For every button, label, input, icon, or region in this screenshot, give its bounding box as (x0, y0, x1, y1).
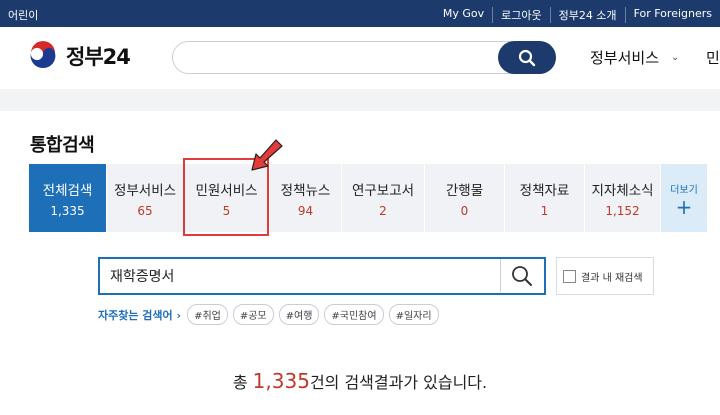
frequent-keywords: 자주찾는 검색어 › #취업 #공모 #여행 #국민참여 #일자리 (98, 304, 444, 325)
taegeuk-logo-icon (28, 41, 58, 71)
search-within-results[interactable]: 결과 내 재검색 (556, 257, 654, 295)
more-tabs-button[interactable]: 더보기 + (661, 164, 707, 232)
search-divider (500, 259, 501, 292)
plus-icon: + (675, 194, 693, 219)
result-search-box (98, 257, 546, 295)
keyword-chip-employment[interactable]: #일자리 (388, 304, 439, 325)
my-gov-link[interactable]: My Gov (435, 7, 492, 23)
tab-label: 정책자료 (519, 182, 570, 199)
tab-count: 1,152 (605, 203, 640, 218)
search-icon (518, 49, 536, 66)
frequent-keywords-title: 자주찾는 검색어 › (98, 308, 182, 322)
keyword-chip-job[interactable]: #취업 (187, 304, 228, 325)
keyword-chip-contest[interactable]: #공모 (232, 304, 274, 325)
tab-label: 전체검색 (42, 182, 93, 199)
nav-gov-services-label: 정부서비스 (590, 49, 660, 67)
tab-label: 간행물 (445, 182, 484, 199)
tab-local-news[interactable]: 지자체소식 1,152 (585, 164, 661, 232)
kids-link[interactable]: 어린이 (8, 7, 38, 23)
tab-label: 연구보고서 (351, 182, 415, 199)
result-search-input[interactable] (110, 266, 490, 286)
annotation-arrow-icon (251, 139, 283, 171)
about-link[interactable]: 정부24 소개 (549, 7, 625, 23)
foreigners-link[interactable]: For Foreigners (624, 7, 720, 23)
logout-link[interactable]: 로그아웃 (492, 7, 549, 23)
keyword-chip-participation[interactable]: #국민참여 (324, 304, 384, 325)
site-logo[interactable]: 정부24 (28, 41, 131, 71)
chevron-right-icon: › (176, 308, 182, 322)
global-search-button[interactable] (498, 41, 556, 74)
search-icon[interactable] (510, 264, 534, 288)
top-utility-bar: 어린이 My Gov 로그아웃 정부24 소개 For Foreigners (0, 0, 720, 27)
logo-text: 정부24 (66, 45, 131, 69)
tab-publications[interactable]: 간행물 0 (425, 164, 505, 232)
page-title: 통합검색 (30, 135, 95, 156)
tab-label: 지자체소식 (591, 182, 654, 199)
global-search (172, 41, 556, 74)
search-within-checkbox[interactable] (563, 269, 576, 283)
tab-label: 정책뉴스 (280, 182, 331, 199)
tab-count: 0 (460, 203, 469, 218)
more-label: 더보기 (670, 184, 698, 196)
search-category-tabs: 전체검색 1,335 정부서비스 65 민원서비스 5 정책뉴스 94 연구보고… (29, 164, 707, 232)
header-divider-strip (0, 89, 720, 111)
keyword-chip-travel[interactable]: #여행 (278, 304, 320, 325)
summary-count: 1,335 (252, 369, 310, 393)
tab-count: 2 (379, 203, 387, 218)
chevron-down-icon: ⌄ (671, 52, 680, 63)
tab-count: 65 (137, 203, 153, 218)
site-header: 정부24 정부서비스 ⌄ 민 (0, 27, 720, 89)
result-summary: 총 1,335건의 검색결과가 있습니다. (0, 369, 720, 393)
tab-count: 94 (297, 203, 314, 218)
tab-all[interactable]: 전체검색 1,335 (29, 164, 107, 232)
utility-links: My Gov 로그아웃 정부24 소개 For Foreigners (435, 7, 720, 23)
summary-prefix: 총 (232, 373, 253, 392)
tab-gov-services[interactable]: 정부서비스 65 (107, 164, 184, 232)
tab-count: 1 (540, 203, 549, 218)
nav-gov-services[interactable]: 정부서비스 ⌄ (590, 47, 679, 68)
tab-research-reports[interactable]: 연구보고서 2 (342, 164, 425, 232)
search-within-label: 결과 내 재검색 (581, 272, 643, 284)
tab-count: 1,335 (50, 203, 85, 218)
global-search-input[interactable] (187, 48, 487, 68)
summary-suffix: 건의 검색결과가 있습니다. (309, 373, 488, 392)
tab-policy-news[interactable]: 정책뉴스 94 (270, 164, 342, 232)
tab-policy-materials[interactable]: 정책자료 1 (505, 164, 585, 232)
tab-label: 정부서비스 (113, 182, 177, 199)
nav-civil-services[interactable]: 민 (706, 47, 720, 68)
